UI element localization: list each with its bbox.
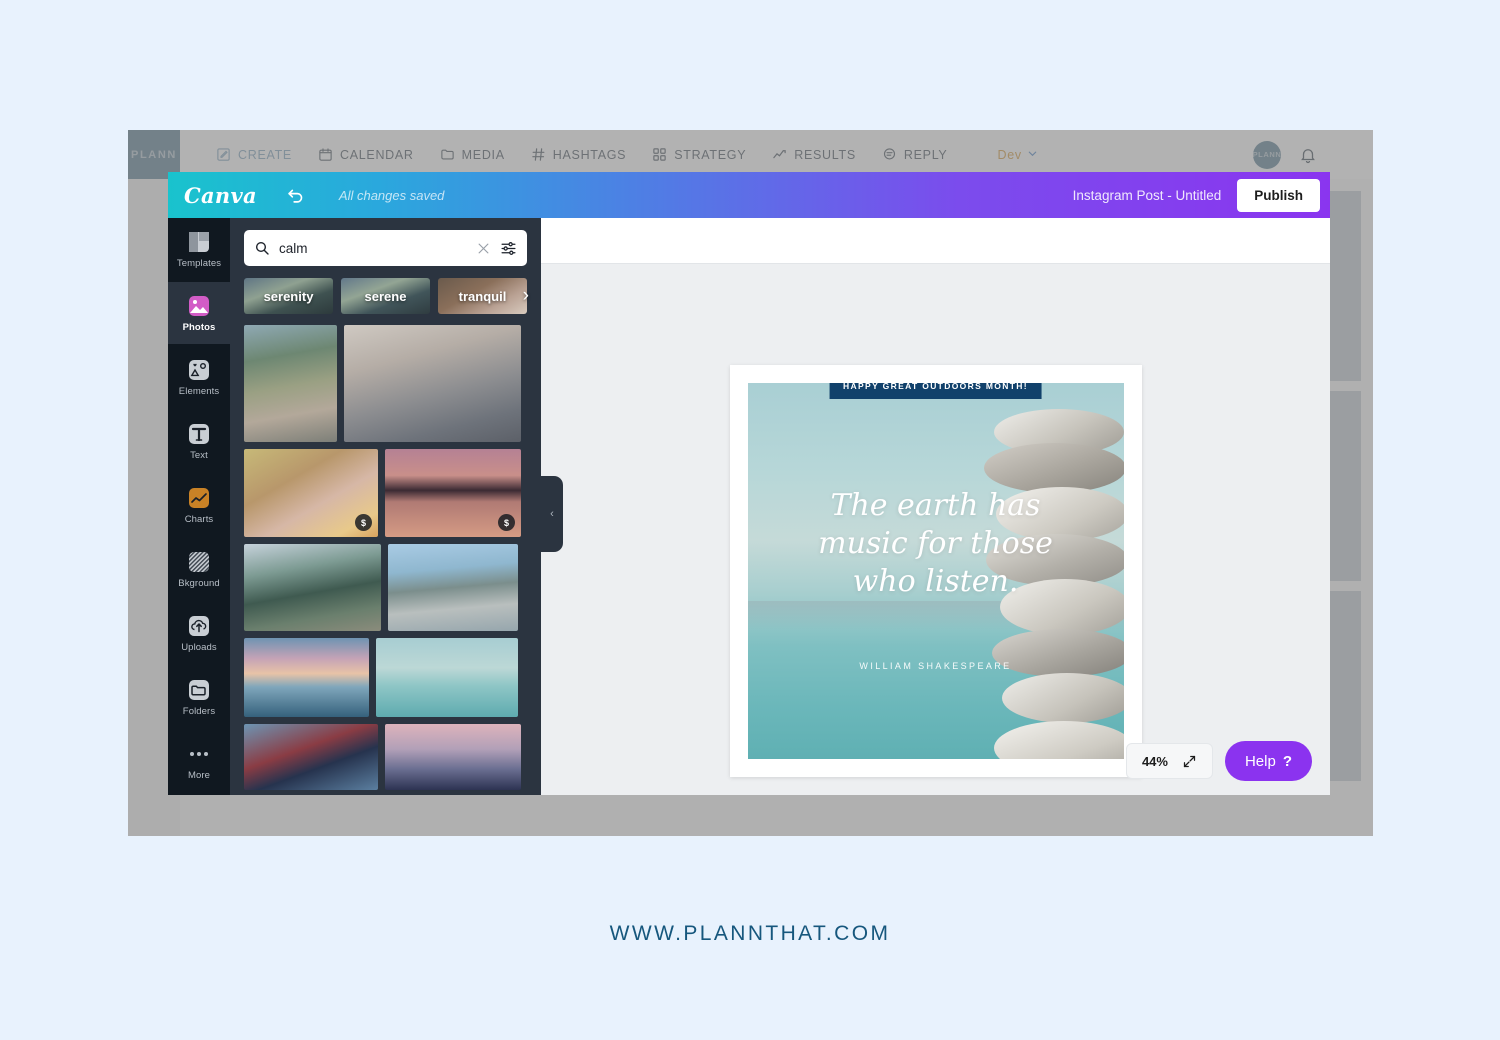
canvas-stage[interactable]: HAPPY GREAT OUTDOORS MONTH! The earth ha… bbox=[541, 264, 1330, 795]
question-mark-icon: ? bbox=[1282, 752, 1292, 770]
rail-label-text: Text bbox=[190, 449, 208, 461]
photo-tile-man-suit-meditating-chair[interactable] bbox=[244, 724, 378, 790]
premium-badge: $ bbox=[355, 514, 372, 531]
rail-label-folders: Folders bbox=[182, 705, 216, 717]
photo-row bbox=[244, 638, 527, 717]
text-icon bbox=[187, 422, 211, 446]
quote-line-1: The earth has bbox=[830, 488, 1041, 523]
search-bar[interactable] bbox=[244, 230, 527, 266]
canva-header-right: Instagram Post - Untitled Publish bbox=[1073, 178, 1320, 212]
save-status: All changes saved bbox=[338, 187, 445, 203]
design-artwork: HAPPY GREAT OUTDOORS MONTH! The earth ha… bbox=[747, 383, 1124, 759]
photo-tile-woman-kayak-lake[interactable] bbox=[244, 325, 337, 442]
rail-item-more[interactable]: More bbox=[168, 730, 230, 792]
search-icon bbox=[254, 240, 270, 256]
rail-label-charts: Charts bbox=[184, 513, 214, 525]
stone bbox=[993, 721, 1124, 759]
canvas-bottom-controls: 44% Help ? bbox=[1125, 741, 1312, 781]
canva-header: Canva All changes saved Instagram Post -… bbox=[168, 172, 1330, 218]
background-icon bbox=[187, 550, 211, 574]
photo-row bbox=[244, 544, 527, 631]
help-button[interactable]: Help ? bbox=[1224, 741, 1312, 781]
quote-line-3: who listen. bbox=[852, 563, 1019, 599]
rail-label-templates: Templates bbox=[176, 257, 222, 269]
rail-label-more: More bbox=[187, 769, 211, 781]
chevron-left-icon: ‹ bbox=[550, 508, 554, 520]
photo-tile-office-meeting-team[interactable] bbox=[344, 325, 521, 442]
keyword-suggestions: serenity serene tranquil › bbox=[244, 278, 529, 314]
zoom-level-value: 44% bbox=[1141, 753, 1168, 769]
search-input[interactable] bbox=[279, 240, 467, 256]
canva-editor-modal: Canva All changes saved Instagram Post -… bbox=[168, 172, 1330, 795]
photo-tile-ocean-sunset-pastel[interactable] bbox=[244, 638, 369, 717]
canva-editor-area: HAPPY GREAT OUTDOORS MONTH! The earth ha… bbox=[541, 218, 1330, 795]
folders-icon bbox=[187, 678, 211, 702]
photo-tile-sunset-mountain-lake[interactable]: $ bbox=[385, 449, 521, 537]
rail-label-bkground: Bkground bbox=[178, 577, 220, 589]
keyword-chip-serene[interactable]: serene bbox=[341, 278, 430, 314]
design-page[interactable]: HAPPY GREAT OUTDOORS MONTH! The earth ha… bbox=[729, 365, 1142, 777]
canva-tool-rail: Templates Photos Elements Text Charts Bk… bbox=[168, 218, 230, 795]
keyword-chip-tranquil[interactable]: tranquil bbox=[438, 278, 527, 314]
help-label: Help bbox=[1244, 752, 1276, 770]
rail-label-elements: Elements bbox=[178, 385, 220, 397]
photo-tile-person-dock-mountain-lake[interactable] bbox=[244, 544, 381, 631]
photos-icon bbox=[187, 294, 211, 318]
elements-icon bbox=[187, 358, 211, 382]
charts-icon bbox=[187, 486, 211, 510]
photo-tile-boy-writing-classroom[interactable]: $ bbox=[244, 449, 378, 537]
rail-item-bkground[interactable]: Bkground bbox=[168, 538, 230, 600]
premium-badge: $ bbox=[498, 514, 515, 531]
canva-logo[interactable]: Canva bbox=[184, 183, 257, 208]
rail-item-elements[interactable]: Elements bbox=[168, 346, 230, 408]
keyword-label: serenity bbox=[263, 288, 314, 304]
keyword-chip-serenity[interactable]: serenity bbox=[244, 278, 333, 314]
publish-button[interactable]: Publish bbox=[1237, 178, 1320, 212]
keyword-label: serene bbox=[364, 288, 407, 304]
rail-item-uploads[interactable]: Uploads bbox=[168, 602, 230, 664]
editor-toolbar bbox=[541, 218, 1330, 264]
photo-row: $ $ bbox=[244, 449, 527, 537]
rail-item-templates[interactable]: Templates bbox=[168, 218, 230, 280]
photo-row bbox=[244, 325, 527, 442]
close-icon[interactable] bbox=[476, 241, 491, 256]
chevron-right-icon[interactable]: › bbox=[523, 285, 529, 307]
zoom-control[interactable]: 44% bbox=[1125, 743, 1213, 779]
author-text[interactable]: WILLIAM SHAKESPEARE bbox=[748, 661, 1124, 671]
templates-icon bbox=[187, 230, 211, 254]
banner-text[interactable]: HAPPY GREAT OUTDOORS MONTH! bbox=[829, 383, 1042, 399]
rail-label-photos: Photos bbox=[182, 321, 216, 333]
expand-arrows-icon[interactable] bbox=[1182, 754, 1197, 769]
document-title[interactable]: Instagram Post - Untitled bbox=[1073, 188, 1222, 203]
photo-row bbox=[244, 724, 527, 790]
rail-item-photos[interactable]: Photos bbox=[168, 282, 230, 344]
rail-item-charts[interactable]: Charts bbox=[168, 474, 230, 536]
photo-tile-stacked-stones-sea[interactable] bbox=[376, 638, 518, 717]
uploads-icon bbox=[187, 614, 211, 638]
stone bbox=[983, 443, 1124, 493]
more-dots-icon bbox=[187, 742, 211, 766]
canva-main: Templates Photos Elements Text Charts Bk… bbox=[168, 218, 1330, 795]
rail-item-text[interactable]: Text bbox=[168, 410, 230, 472]
rail-label-uploads: Uploads bbox=[181, 641, 217, 653]
panel-collapse-toggle[interactable]: ‹ bbox=[541, 476, 563, 552]
undo-arrow-icon[interactable] bbox=[285, 184, 307, 206]
quote-line-2: music for those bbox=[818, 525, 1053, 561]
photo-results-grid: $ $ bbox=[244, 325, 527, 790]
photos-panel: serenity serene tranquil › bbox=[230, 218, 541, 795]
stone bbox=[1001, 673, 1124, 723]
site-url-footer: WWW.PLANNTHAT.COM bbox=[609, 922, 891, 945]
rail-item-folders[interactable]: Folders bbox=[168, 666, 230, 728]
quote-text[interactable]: The earth has music for those who listen… bbox=[748, 487, 1124, 600]
keyword-label: tranquil bbox=[458, 288, 507, 304]
photo-tile-pink-mountain-layers[interactable] bbox=[385, 724, 521, 790]
sliders-icon[interactable] bbox=[500, 240, 517, 257]
photo-tile-person-pier-blue-lake[interactable] bbox=[388, 544, 518, 631]
